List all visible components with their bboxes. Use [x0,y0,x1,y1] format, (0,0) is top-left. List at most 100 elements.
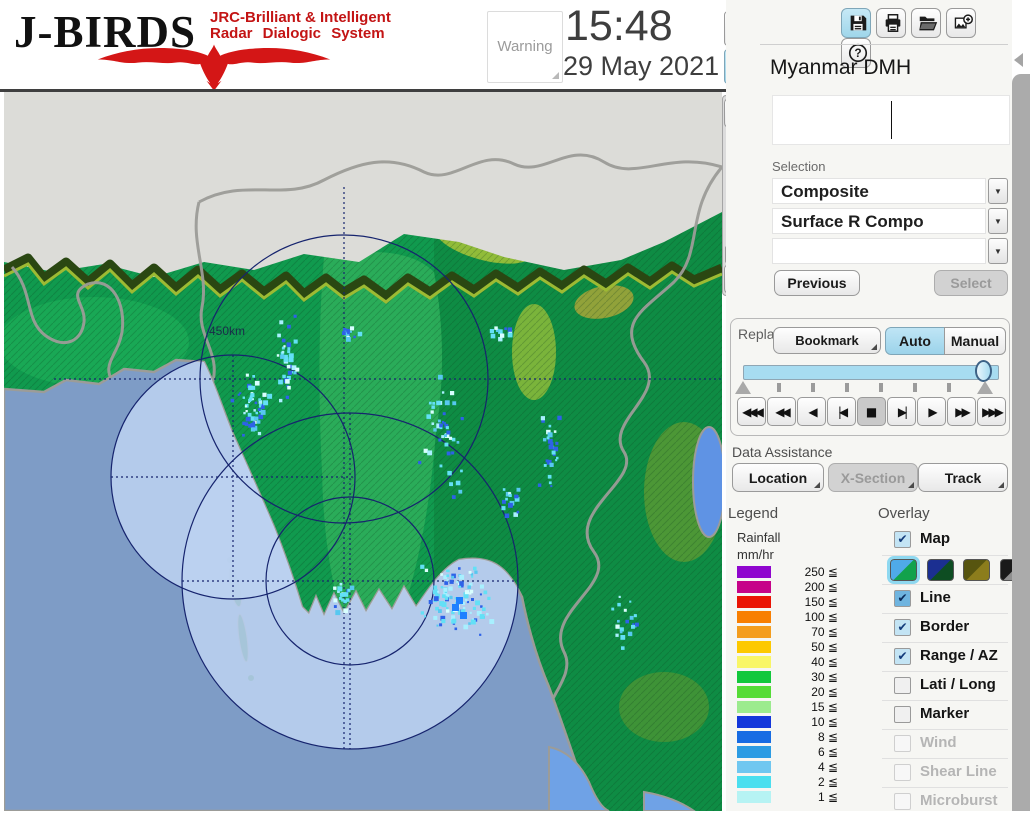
legend-swatch [737,641,771,653]
slider-tick [947,383,951,392]
legend-value: 100 ≦ [804,610,838,624]
legend-value: 150 ≦ [804,595,838,609]
radar-map[interactable]: 450km [0,92,726,813]
print-icon [882,13,904,37]
overlay-item-lati-long: Lati / Long [882,671,1008,701]
legend-row: 250 ≦ [726,565,856,580]
map-style-navy-darkgreen[interactable] [926,559,954,581]
skip-end-button[interactable]: ▶▶▶ [977,397,1006,426]
print-button[interactable] [876,8,906,38]
legend-value: 2 ≦ [817,775,838,789]
previous-button[interactable]: Previous [774,270,860,296]
legend-swatch [737,581,771,593]
marker-checkbox[interactable] [894,706,911,723]
legend-swatch [737,716,771,728]
add-image-icon [952,13,974,37]
stop-button[interactable]: ■ [857,397,886,426]
warning-dropdown[interactable]: Warning [487,11,563,83]
chevron-down-icon[interactable]: ▼ [988,178,1008,204]
legend-value: 10 ≦ [811,715,838,729]
play-button[interactable]: ▶ [917,397,946,426]
manual-button[interactable]: Manual [944,327,1006,355]
range-ring-label: 450km [209,324,245,338]
slider-tick [913,383,917,392]
legend-value: 200 ≦ [804,580,838,594]
overlay-item-microburst: Microburst [882,787,1008,817]
slider-tick [777,383,781,392]
legend-row: 150 ≦ [726,595,856,610]
shear-line-label: Shear Line [920,763,997,780]
legend-value: 50 ≦ [811,640,838,654]
app-logo: J-BIRDS JRC-Brilliant & Intelligent Rada… [10,4,402,91]
product-type-dropdown[interactable]: Surface R Compo [772,208,986,234]
open-folder-button[interactable] [911,8,941,38]
add-image-button[interactable] [946,8,976,38]
legend-label: Legend [728,505,779,522]
legend-swatch [737,671,771,683]
legend-swatch [737,701,771,713]
legend-row: 2 ≦ [726,775,856,790]
legend-value: 8 ≦ [817,730,838,744]
auto-button[interactable]: Auto [885,327,945,355]
border-checkbox[interactable]: ✔ [894,619,911,636]
legend-row: 30 ≦ [726,670,856,685]
overlay-item-range-az: ✔ Range / AZ [882,642,1008,672]
range-end-marker[interactable] [977,381,993,394]
legend-value: 20 ≦ [811,685,838,699]
legend-value: 30 ≦ [811,670,838,684]
wind-checkbox[interactable] [894,735,911,752]
x-section-button[interactable]: X-Section [828,463,918,492]
range-az-checkbox[interactable]: ✔ [894,648,911,665]
fast-forward-button[interactable]: ▶▶ [947,397,976,426]
microburst-checkbox[interactable] [894,793,911,810]
legend-title-line1: Rainfall [737,530,781,545]
legend-swatch [737,731,771,743]
legend-value: 1 ≦ [817,790,838,804]
fast-rewind-button[interactable]: ◀◀ [767,397,796,426]
legend-swatch [737,746,771,758]
map-style-blue-green[interactable] [887,556,920,584]
next-frame-button[interactable]: ▶| [887,397,916,426]
step-back-button[interactable]: ◀ [797,397,826,426]
bookmark-button[interactable]: Bookmark [773,327,881,354]
selection-label: Selection [772,159,826,174]
prev-frame-button[interactable]: |◀ [827,397,856,426]
replay-slider-track[interactable] [743,365,999,380]
legend-row: 50 ≦ [726,640,856,655]
save-button[interactable] [841,8,871,38]
legend-swatch [737,626,771,638]
select-button[interactable]: Select [934,270,1008,296]
lati-long-checkbox[interactable] [894,677,911,694]
legend-value: 4 ≦ [817,760,838,774]
map-label: Map [920,530,950,547]
line-checkbox[interactable]: ✔ [894,590,911,607]
map-style-olive-gold[interactable] [963,559,990,581]
shear-line-checkbox[interactable] [894,764,911,781]
clock-time: 15:48 [565,2,673,50]
legend-row: 15 ≦ [726,700,856,715]
overlay-label: Overlay [878,505,930,522]
track-button[interactable]: Track [918,463,1008,492]
clock-date: 29 May 2021 [563,51,720,81]
radar-map-canvas: 450km [0,92,726,813]
chevron-down-icon[interactable]: ▼ [988,238,1008,264]
product-option-dropdown[interactable] [772,238,986,264]
toolbar-divider [760,44,1008,45]
slider-tick [811,383,815,392]
legend-swatch [737,611,771,623]
site-input[interactable] [772,95,1010,145]
replay-panel: Replay Bookmark Auto Manual ◀◀◀ ◀◀ ◀ |◀ ■ ▶| ▶… [730,318,1010,436]
replay-slider-handle[interactable] [975,360,992,382]
location-button[interactable]: Location [732,463,824,492]
menu-corner-icon [871,344,877,350]
collapsed-panel-strip[interactable] [1012,74,1030,811]
product-category-dropdown[interactable]: Composite [772,178,986,204]
map-checkbox[interactable]: ✔ [894,531,911,548]
legend-swatch [737,686,771,698]
collapse-arrow-icon[interactable] [1014,53,1023,67]
chevron-down-icon[interactable]: ▼ [988,208,1008,234]
eagle-logo-icon [97,44,331,91]
skip-start-button[interactable]: ◀◀◀ [737,397,766,426]
legend-swatch [737,566,771,578]
range-start-marker[interactable] [735,381,751,394]
